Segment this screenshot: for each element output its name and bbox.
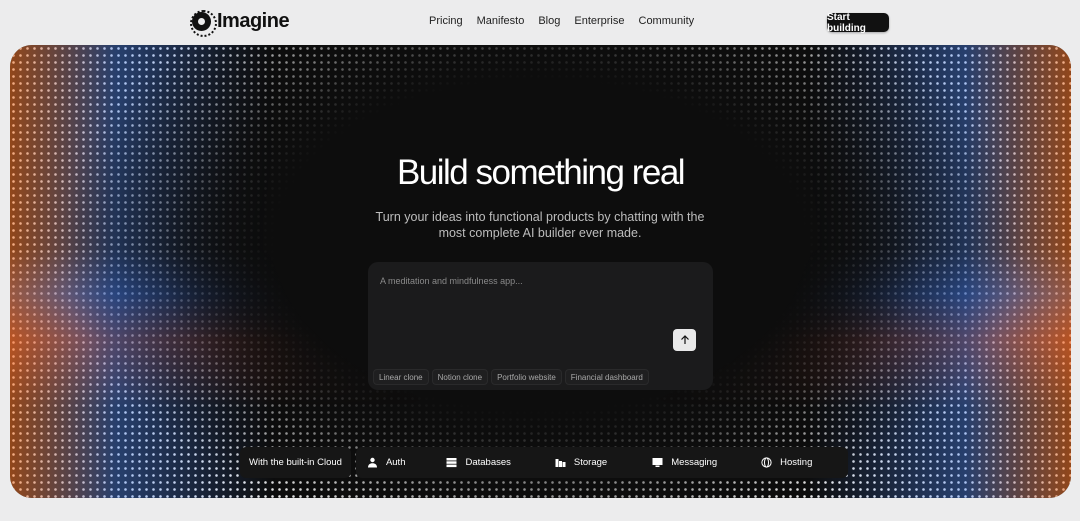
brand-name: Imagine [217, 10, 290, 32]
arrow-up-icon [680, 335, 689, 344]
feature-databases-label: Databases [465, 457, 511, 468]
feature-databases[interactable]: Databases [446, 457, 511, 468]
feature-storage[interactable]: Storage [555, 457, 607, 468]
globe-icon [761, 457, 772, 468]
monitor-icon [652, 458, 663, 467]
nav-link-enterprise[interactable]: Enterprise [574, 15, 624, 27]
chip-notion-clone[interactable]: Notion clone [431, 369, 489, 385]
chip-financial-dashboard[interactable]: Financial dashboard [564, 369, 649, 385]
hero-title: Build something real [396, 153, 686, 192]
feature-messaging-label: Messaging [671, 457, 718, 468]
top-nav: Imagine Pricing Manifesto Blog Enterpris… [0, 0, 1080, 44]
feature-auth[interactable]: Auth [367, 457, 406, 468]
user-icon [367, 457, 377, 468]
cloud-feature-list: Auth Databases Storage Messaging Hosting [355, 447, 848, 478]
feature-storage-label: Storage [573, 457, 608, 468]
nav-link-community[interactable]: Community [639, 15, 695, 27]
hero-section: Build something real Turn your ideas int… [10, 45, 1071, 498]
hero-subtitle: Turn your ideas into functional products… [375, 210, 705, 240]
chip-linear-clone[interactable]: Linear clone [373, 369, 429, 385]
brand-logo[interactable]: Imagine [190, 10, 290, 37]
nav-link-manifesto[interactable]: Manifesto [477, 15, 525, 27]
prompt-box[interactable]: A meditation and mindfulness app... Line… [368, 262, 713, 390]
feature-messaging[interactable]: Messaging [652, 457, 717, 468]
send-button[interactable] [673, 329, 696, 351]
storage-icon [555, 459, 566, 467]
nav-link-pricing[interactable]: Pricing [429, 15, 463, 27]
prompt-input[interactable]: A meditation and mindfulness app... [380, 276, 523, 286]
feature-hosting[interactable]: Hosting [761, 457, 812, 468]
database-icon [446, 458, 457, 468]
suggestion-chips: Linear clone Notion clone Portfolio webs… [373, 369, 649, 385]
start-building-button[interactable]: Start building [827, 12, 889, 34]
cloud-features-bar: With the built-in Cloud Auth Databases S… [240, 447, 848, 478]
nav-link-blog[interactable]: Blog [538, 15, 560, 27]
feature-hosting-label: Hosting [780, 457, 813, 468]
cloud-label: With the built-in Cloud [240, 447, 351, 478]
feature-auth-label: Auth [385, 457, 406, 468]
nav-links: Pricing Manifesto Blog Enterprise Commun… [429, 15, 694, 27]
logo-icon [190, 10, 217, 37]
chip-portfolio-website[interactable]: Portfolio website [491, 369, 562, 385]
